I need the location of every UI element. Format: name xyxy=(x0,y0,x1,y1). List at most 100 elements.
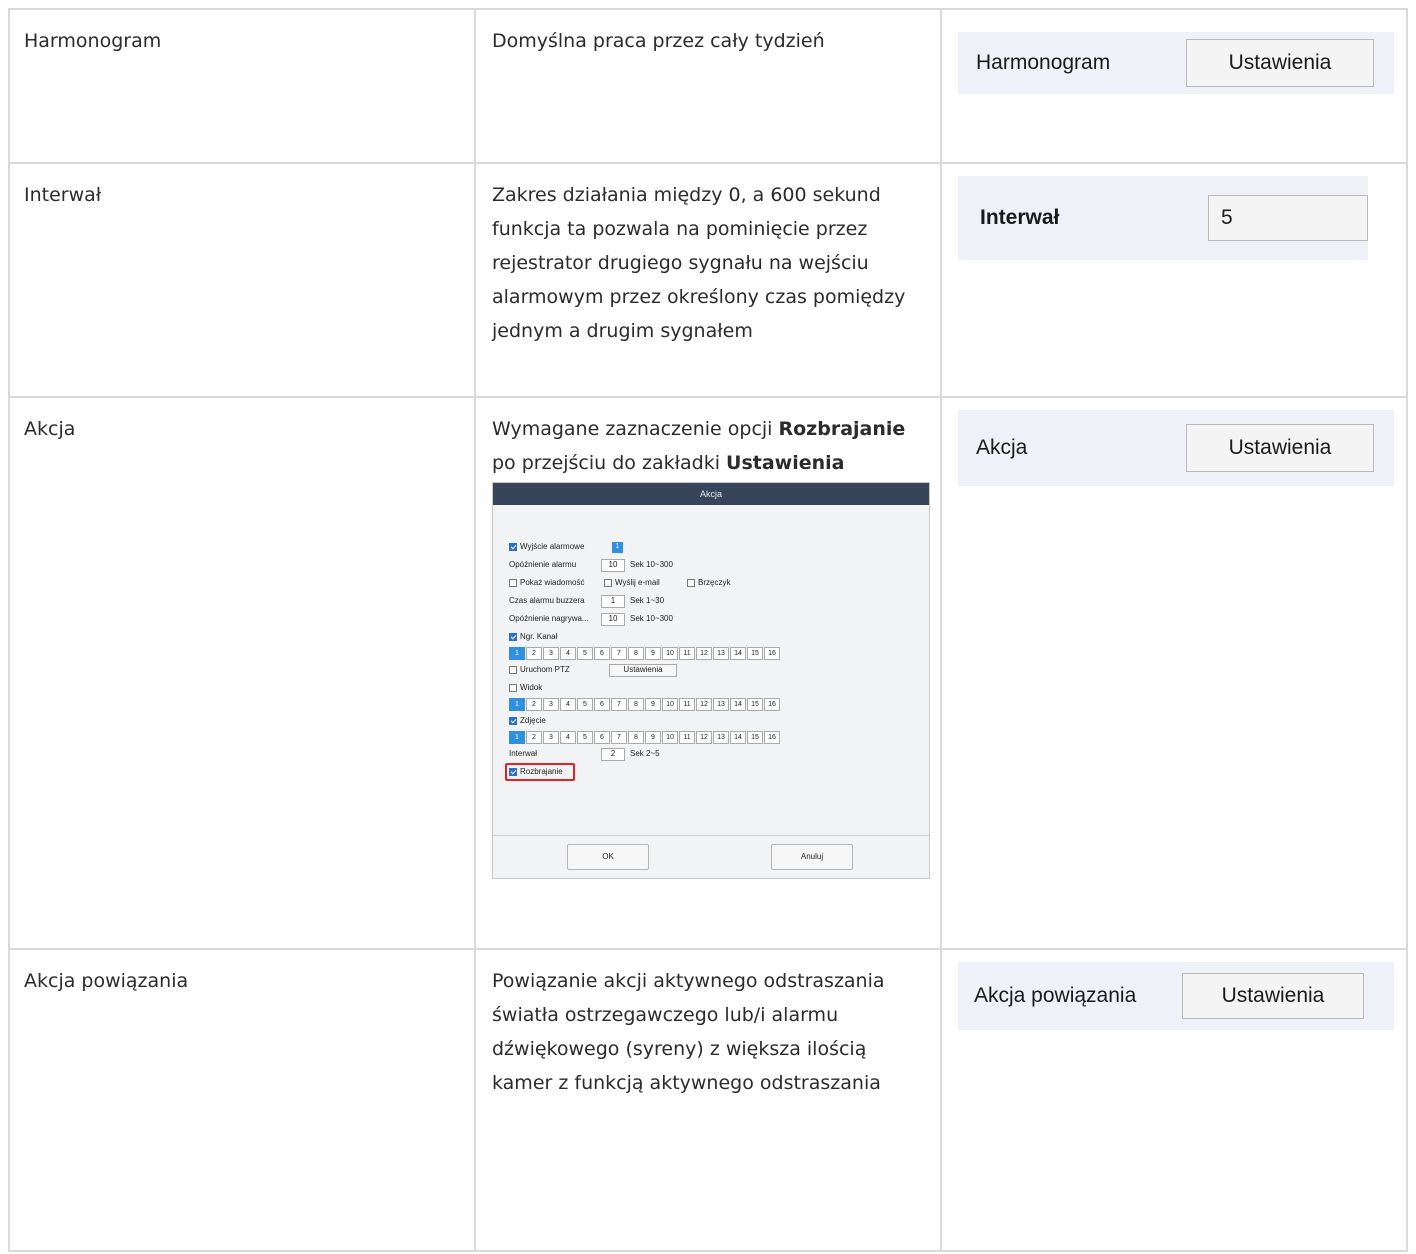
channel-cell: 11 xyxy=(679,647,695,660)
checkbox-checked-icon xyxy=(509,717,517,725)
settings-button[interactable]: Ustawienia xyxy=(1182,973,1364,1019)
settings-button[interactable]: Ustawienia xyxy=(1186,39,1374,87)
ok-button: OK xyxy=(567,844,649,870)
alarm-output-row: Wyjście alarmowe 1 xyxy=(509,539,919,555)
param-description: Zakres działania między 0, a 600 sekund … xyxy=(492,184,906,342)
settings-button[interactable]: Ustawienia xyxy=(1186,424,1374,472)
channel-cell: 4 xyxy=(560,698,576,711)
desc-bold-disarm: Rozbrajanie xyxy=(778,418,906,440)
channel-cell: 3 xyxy=(543,731,559,744)
param-name: Akcja powiązania xyxy=(24,970,189,992)
interval-panel: Interwał 5 xyxy=(958,176,1368,260)
alarm-delay-label: Opóźnienie alarmu xyxy=(509,560,577,569)
interval-input-small: 2 xyxy=(601,747,625,761)
channel-cell: 10 xyxy=(662,647,678,660)
view-label: Widok xyxy=(520,683,543,692)
param-cell: Harmonogram xyxy=(8,8,476,164)
ptz-settings-button: Ustawienia xyxy=(609,663,677,677)
channel-cell: 5 xyxy=(577,698,593,711)
channel-cell: 9 xyxy=(645,647,661,660)
ptz-row: Uruchom PTZ Ustawienia xyxy=(509,662,919,678)
schedule-panel: Harmonogram Ustawienia xyxy=(958,32,1394,94)
channel-cell: 6 xyxy=(594,698,610,711)
channel-cell: 15 xyxy=(747,698,763,711)
alarm-delay-input: 10 xyxy=(601,558,625,572)
channel-cell: 10 xyxy=(662,698,678,711)
preview-cell: Akcja powiązania Ustawienia xyxy=(940,948,1408,1252)
channel-cell: 12 xyxy=(696,698,712,711)
desc-text: po przejściu do zakładki xyxy=(492,452,727,474)
checkbox-checked-icon xyxy=(509,768,517,776)
table-row: Interwał Zakres działania między 0, a 60… xyxy=(8,162,1408,398)
channel-cell: 1 xyxy=(509,731,525,744)
channel-cell: 3 xyxy=(543,647,559,660)
channel-cell: 1 xyxy=(509,698,525,711)
ptz-label: Uruchom PTZ xyxy=(520,665,570,674)
channel-cell: 16 xyxy=(764,647,780,660)
dialog-title: Akcja xyxy=(493,483,929,505)
channel-cell: 9 xyxy=(645,731,661,744)
desc-cell: Zakres działania między 0, a 600 sekund … xyxy=(474,162,942,398)
checkbox-checked-icon xyxy=(509,633,517,641)
checkbox-icon xyxy=(604,579,612,587)
dialog-footer: OK Anuluj xyxy=(493,835,929,878)
channel-cell: 15 xyxy=(747,647,763,660)
checkbox-checked-icon xyxy=(509,543,517,551)
channel-cell: 13 xyxy=(713,731,729,744)
channel-cell: 8 xyxy=(628,731,644,744)
param-name: Akcja xyxy=(24,418,76,440)
channel-cell: 2 xyxy=(526,731,542,744)
channel-cell: 2 xyxy=(526,698,542,711)
send-email-label: Wyślij e-mail xyxy=(615,578,660,587)
rec-channel-label: Ngr. Kanał xyxy=(520,632,558,641)
desc-bold-settings: Ustawienia xyxy=(726,452,845,474)
param-cell: Akcja powiązania xyxy=(8,948,476,1252)
rec-delay-input: 10 xyxy=(601,612,625,626)
channel-cell: 6 xyxy=(594,647,610,660)
action-panel: Akcja Ustawienia xyxy=(958,410,1394,486)
channel-cell: 11 xyxy=(679,731,695,744)
channel-cell: 7 xyxy=(611,698,627,711)
interval-input[interactable]: 5 xyxy=(1208,195,1368,241)
channel-cell: 2 xyxy=(526,647,542,660)
param-cell: Akcja xyxy=(8,396,476,950)
preview-cell: Harmonogram Ustawienia xyxy=(940,8,1408,164)
snapshot-label: Zdjęcie xyxy=(520,716,546,725)
param-description: Powiązanie akcji aktywnego odstraszania … xyxy=(492,970,885,1094)
parameter-table: Harmonogram Domyślna praca przez cały ty… xyxy=(8,8,1408,1252)
desc-cell: Wymagane zaznaczenie opcji Rozbrajanie p… xyxy=(474,396,942,950)
panel-label: Akcja xyxy=(976,436,1028,459)
channel-cell: 12 xyxy=(696,647,712,660)
table-row: Harmonogram Domyślna praca przez cały ty… xyxy=(8,8,1408,164)
channel-cell: 12 xyxy=(696,731,712,744)
channel-cell: 16 xyxy=(764,731,780,744)
view-row: Widok xyxy=(509,680,919,696)
channel-cell: 8 xyxy=(628,647,644,660)
channel-cell: 4 xyxy=(560,731,576,744)
rec-delay-label: Opóźnienie nagrywa... xyxy=(509,614,589,623)
channel-row: 1 2 3 4 5 6 7 8 9 10 11 12 13 14 15 16 xyxy=(509,698,919,711)
notify-row: Pokaż wiadomość Wyślij e-mail Brzęczyk xyxy=(509,575,919,591)
interval-range: Sek 2~5 xyxy=(630,749,660,758)
channel-cell: 14 xyxy=(730,731,746,744)
disarm-label: Rozbrajanie xyxy=(520,767,563,776)
table-row: Akcja powiązania Powiązanie akcji aktywn… xyxy=(8,948,1408,1252)
channel-cell: 9 xyxy=(645,698,661,711)
buzzer-time-row: Czas alarmu buzzera 1 Sek 1~30 xyxy=(509,593,919,609)
channel-cell: 14 xyxy=(730,647,746,660)
panel-label: Interwał xyxy=(980,206,1060,229)
channel-cell: 11 xyxy=(679,698,695,711)
channel-cell: 5 xyxy=(577,647,593,660)
channel-cell: 1 xyxy=(509,647,525,660)
channel-cell: 15 xyxy=(747,731,763,744)
rec-delay-range: Sek 10~300 xyxy=(630,614,673,623)
param-name: Interwał xyxy=(24,184,102,206)
table-row: Akcja Wymagane zaznaczenie opcji Rozbraj… xyxy=(8,396,1408,950)
channel-cell: 14 xyxy=(730,698,746,711)
channel-cell: 7 xyxy=(611,647,627,660)
checkbox-icon xyxy=(509,684,517,692)
preview-cell: Akcja Ustawienia xyxy=(940,396,1408,950)
interval-label: Interwał xyxy=(509,749,538,758)
buzzer-time-input: 1 xyxy=(601,594,625,608)
disarm-highlight: Rozbrajanie xyxy=(505,763,575,781)
